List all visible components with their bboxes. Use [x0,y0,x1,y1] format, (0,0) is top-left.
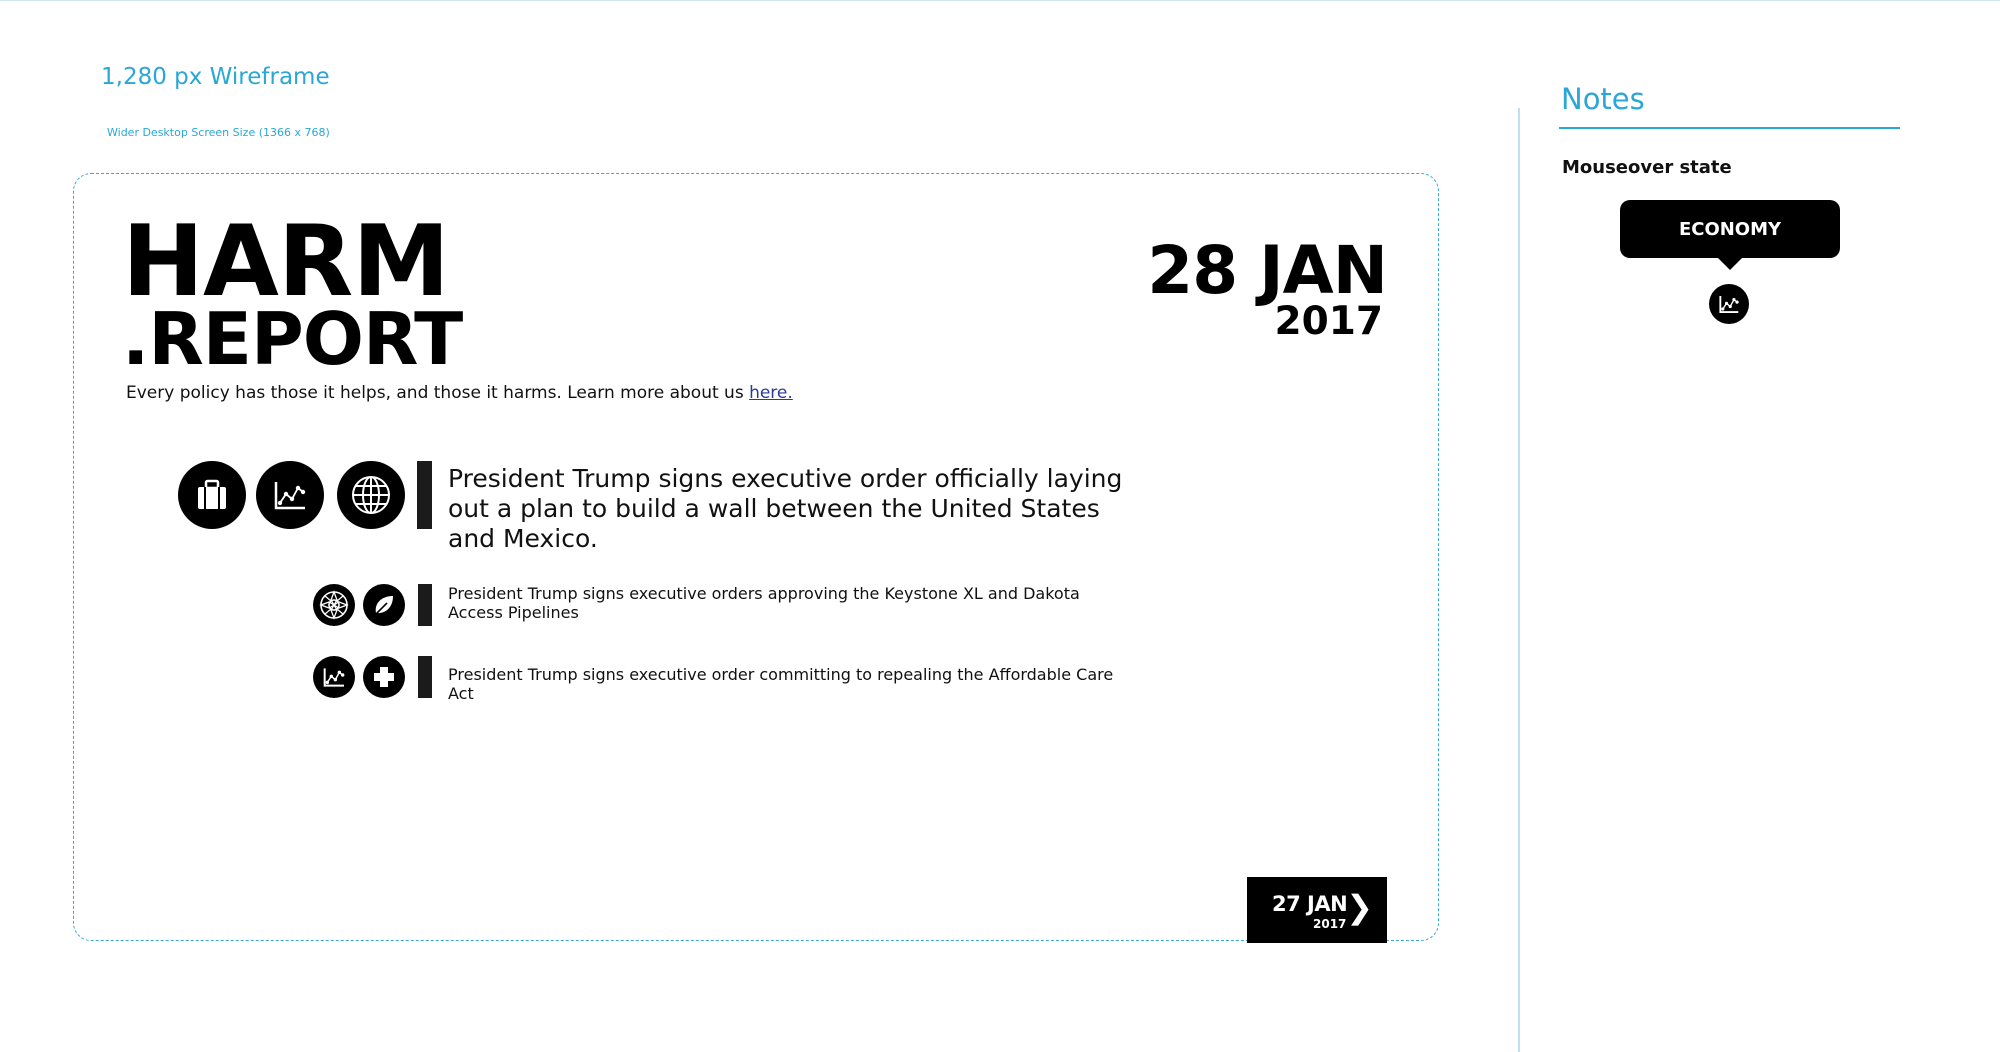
story-headline[interactable]: President Trump signs executive order of… [448,464,1128,554]
wireframe-subtitle: Wider Desktop Screen Size (1366 x 768) [107,126,330,139]
story-item[interactable]: President Trump signs executive orders a… [448,584,1128,622]
current-date-day: 28 JAN [1147,232,1388,309]
story-item[interactable]: President Trump signs executive order co… [448,665,1128,703]
story-divider-bar [418,656,432,698]
logo-report[interactable]: .REPORT [122,303,463,375]
notes-title: Notes [1561,82,1645,116]
story-divider-bar [417,461,432,529]
economy-tooltip: ECONOMY [1620,200,1840,258]
leaf-icon[interactable] [363,584,405,626]
notes-divider [1518,108,1520,1052]
tooltip-tail [1718,258,1742,270]
story-divider-bar [418,584,432,626]
economy-chart-icon[interactable] [313,656,355,698]
tagline-text: Every policy has those it helps, and tho… [126,383,750,403]
about-link[interactable]: here. [749,383,793,403]
previous-date-button[interactable]: 27 JAN 2017 ❯ [1247,877,1387,943]
economy-chart-icon[interactable] [256,461,324,529]
top-rule [0,0,2000,1]
economy-chart-icon[interactable] [1709,284,1749,324]
notes-label: Mouseover state [1562,157,1732,178]
wireframe-title: 1,280 px Wireframe [101,64,330,90]
mandala-icon[interactable] [313,584,355,626]
previous-date-day: 27 JAN [1272,892,1348,916]
briefcase-icon[interactable] [178,461,246,529]
tooltip-text: ECONOMY [1678,218,1782,240]
notes-underline [1559,127,1900,129]
current-date-year: 2017 [1274,299,1383,344]
tagline: Every policy has those it helps, and tho… [126,383,793,403]
globe-icon[interactable] [337,461,405,529]
medical-cross-icon[interactable] [363,656,405,698]
chevron-right-icon: ❯ [1346,888,1373,926]
previous-date-year: 2017 [1313,917,1347,931]
